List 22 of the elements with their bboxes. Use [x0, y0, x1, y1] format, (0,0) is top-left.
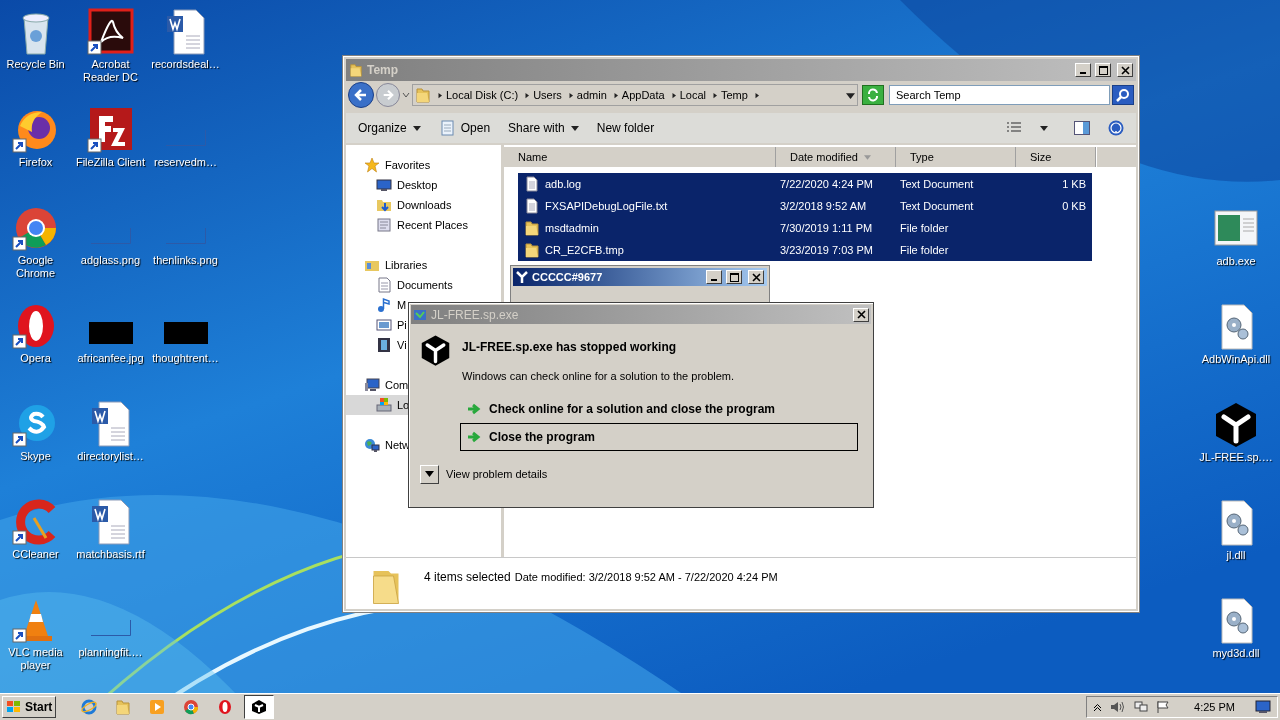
type-cell-text: Text Document: [899, 198, 975, 214]
size-cell: 1 KB: [1062, 177, 1086, 190]
type-cell-text: File folder: [899, 220, 950, 236]
status-detail: Date modified: 3/2/2018 9:52 AM - 7/22/2020 4:24 PM: [514, 570, 778, 585]
size-cell: 0 KB: [1062, 199, 1086, 212]
date-cell-text: 3/2/2018 9:52 AM: [779, 198, 868, 214]
type-cell-text: File folder: [899, 242, 950, 258]
window-title: CCCCC#9677: [532, 269, 604, 285]
date-cell-text: 3/23/2019 7:03 PM: [779, 242, 874, 258]
date-cell-text: 7/30/2019 1:11 PM: [779, 220, 874, 236]
window-title: JL-FREE.sp.exe: [431, 306, 520, 324]
file-name: FXSAPIDebugLogFile.txt: [545, 198, 668, 214]
dialog-message: Windows can check online for a solution to the problem.: [462, 369, 736, 384]
file-name: adb.log: [545, 176, 582, 192]
file-name: CR_E2CFB.tmp: [545, 242, 624, 258]
window-title: Temp: [367, 62, 400, 79]
status-count: 4 items selected: [424, 569, 511, 586]
file-name: msdtadmin: [545, 220, 599, 236]
dialog-heading: JL-FREE.sp.exe has stopped working: [462, 339, 678, 356]
date-cell-text: 7/22/2020 4:24 PM: [779, 176, 874, 192]
type-cell-text: Text Document: [899, 176, 975, 192]
clock: 4:25 PM: [1194, 699, 1235, 715]
